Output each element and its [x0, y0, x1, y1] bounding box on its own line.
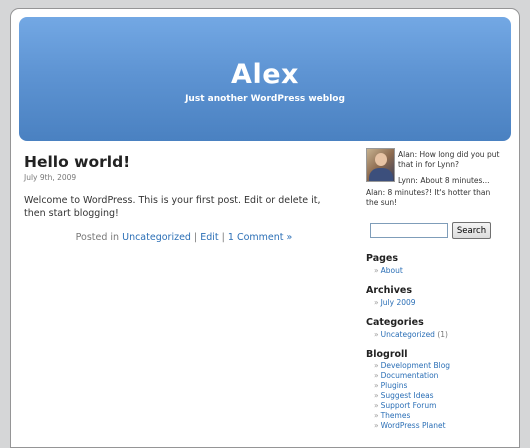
search-button[interactable]: Search	[452, 222, 491, 239]
category-link-uncategorized[interactable]: Uncategorized	[381, 330, 435, 339]
quote-line-1: Alan: How long did you put that in for L…	[398, 150, 500, 169]
bullet-icon: »	[374, 361, 379, 370]
blog-description: Just another WordPress weblog	[185, 94, 345, 104]
site-header: Alex Just another WordPress weblog	[19, 17, 511, 141]
blogroll-link-plugins[interactable]: Plugins	[381, 381, 408, 390]
quote-line-3: Alan: 8 minutes?! It's hotter than the s…	[366, 188, 491, 207]
bullet-icon: »	[374, 298, 379, 307]
list-item: » July 2009	[374, 298, 416, 308]
pages-heading: Pages	[366, 253, 399, 264]
comments-link[interactable]: 1 Comment »	[228, 232, 292, 243]
bullet-icon: »	[374, 391, 379, 400]
blogroll-link-suggest-ideas[interactable]: Suggest Ideas	[381, 391, 434, 400]
blog-title-link[interactable]: Alex	[19, 59, 511, 90]
main-content: Hello world! July 9th, 2009 Welcome to W…	[24, 153, 344, 243]
bullet-icon: »	[374, 401, 379, 410]
list-item: » Uncategorized (1)	[374, 330, 448, 340]
post-body: Welcome to WordPress. This is your first…	[24, 195, 321, 219]
list-item: » Documentation	[374, 371, 450, 381]
avatar-image	[366, 148, 395, 182]
pages-list: » About	[374, 266, 403, 276]
archive-link-july-2009[interactable]: July 2009	[381, 298, 416, 307]
categories-list: » Uncategorized (1)	[374, 330, 448, 340]
bullet-icon: »	[374, 371, 379, 380]
posted-in-label: Posted in	[75, 232, 120, 243]
list-item: » Themes	[374, 411, 450, 421]
category-count: (1)	[437, 330, 448, 339]
bullet-icon: »	[374, 411, 379, 420]
post-title-link[interactable]: Hello world!	[24, 153, 344, 171]
post-meta: Posted in Uncategorized | Edit | 1 Comme…	[24, 232, 344, 243]
blogroll-link-wordpress-planet[interactable]: WordPress Planet	[381, 421, 446, 430]
meta-separator: |	[221, 232, 225, 243]
edit-link[interactable]: Edit	[200, 232, 218, 243]
search-input[interactable]	[370, 223, 448, 238]
list-item: » Suggest Ideas	[374, 391, 450, 401]
list-item: » About	[374, 266, 403, 276]
list-item: » Development Blog	[374, 361, 450, 371]
list-item: » WordPress Planet	[374, 421, 450, 431]
blogroll-link-support-forum[interactable]: Support Forum	[381, 401, 437, 410]
archives-list: » July 2009	[374, 298, 416, 308]
archives-heading: Archives	[366, 285, 412, 296]
meta-separator: |	[193, 232, 198, 243]
page-link-about[interactable]: About	[381, 266, 403, 275]
blogroll-link-themes[interactable]: Themes	[381, 411, 411, 420]
bullet-icon: »	[374, 330, 379, 339]
bullet-icon: »	[374, 421, 379, 430]
blogroll-link-development-blog[interactable]: Development Blog	[381, 361, 450, 370]
list-item: » Plugins	[374, 381, 450, 391]
blogroll-link-documentation[interactable]: Documentation	[381, 371, 439, 380]
list-item: » Support Forum	[374, 401, 450, 411]
category-link[interactable]: Uncategorized	[122, 232, 191, 243]
bullet-icon: »	[374, 381, 379, 390]
categories-heading: Categories	[366, 317, 424, 328]
blogroll-heading: Blogroll	[366, 349, 408, 360]
quote-line-2: Lynn: About 8 minutes...	[398, 176, 490, 185]
blogroll-list: » Development Blog » Documentation » Plugin…	[374, 361, 450, 431]
bullet-icon: »	[374, 266, 379, 275]
post-date: July 9th, 2009	[24, 173, 77, 182]
